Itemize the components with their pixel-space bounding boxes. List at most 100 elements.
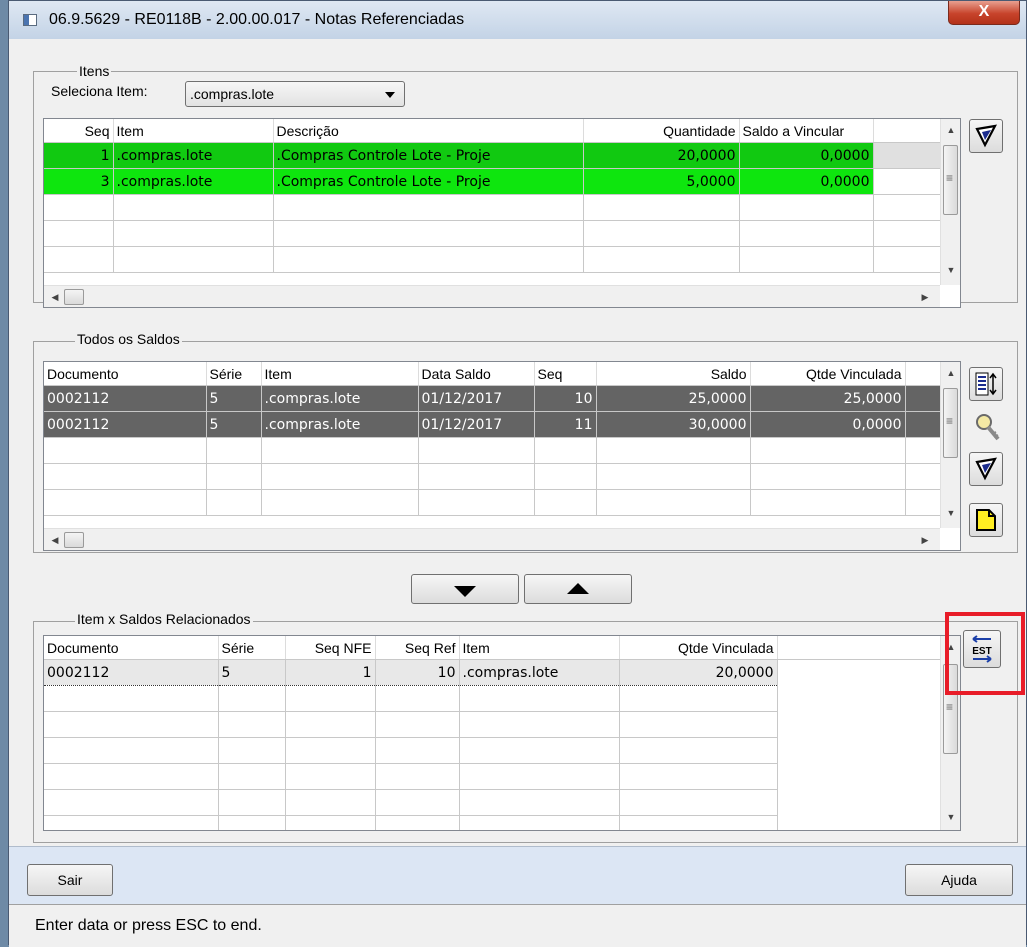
table-row[interactable]: 1 .compras.lote .Compras Controle Lote -… xyxy=(44,142,943,169)
seleciona-item-dropdown[interactable]: .compras.lote xyxy=(185,81,405,107)
col-header-documento[interactable]: Documento xyxy=(44,636,219,660)
cell-saldo[interactable]: 0,0000 xyxy=(739,168,874,195)
footer-bar: Sair Ajuda xyxy=(9,846,1026,905)
col-header-qtde-vinculada[interactable]: Qtde Vinculada xyxy=(619,636,778,660)
saldos-grid[interactable]: Documento Série Item Data Saldo Seq Sald… xyxy=(43,361,961,551)
cell-seq-ref[interactable]: 10 xyxy=(375,659,460,686)
saldos-hscrollbar[interactable]: ◀ ▶ xyxy=(44,528,940,550)
cell-serie[interactable]: 5 xyxy=(206,385,262,412)
saldos-vscrollbar[interactable]: ▲ ▼ xyxy=(940,362,960,528)
col-header-seq-ref[interactable]: Seq Ref xyxy=(375,636,460,660)
seleciona-item-label: Seleciona Item: xyxy=(51,83,148,99)
cell-descricao[interactable]: .Compras Controle Lote - Proje xyxy=(273,168,584,195)
cell-data-saldo[interactable]: 01/12/2017 xyxy=(418,411,535,438)
cell-item[interactable]: .compras.lote xyxy=(113,142,274,169)
col-header-blank xyxy=(777,636,940,660)
col-header-seq[interactable]: Seq xyxy=(44,119,114,143)
scroll-up-arrow-icon[interactable]: ▲ xyxy=(941,121,960,139)
itens-vscrollbar[interactable]: ▲ ▼ xyxy=(940,119,960,285)
cell-qtde-vinculada[interactable]: 25,0000 xyxy=(750,385,906,412)
cell-saldo[interactable]: 25,0000 xyxy=(596,385,751,412)
scroll-down-arrow-icon[interactable]: ▼ xyxy=(941,808,960,826)
col-header-serie[interactable]: Série xyxy=(218,636,286,660)
cell-seq-nfe[interactable]: 1 xyxy=(285,659,376,686)
col-header-item[interactable]: Item xyxy=(261,362,419,386)
relacionados-grid[interactable]: Documento Série Seq NFE Seq Ref Item Qtd… xyxy=(43,635,961,831)
cell-qtde-vinculada[interactable]: 0,0000 xyxy=(750,411,906,438)
empty-row xyxy=(44,437,943,464)
col-header-seq-nfe[interactable]: Seq NFE xyxy=(285,636,376,660)
cell-qtde-vinculada[interactable]: 20,0000 xyxy=(619,659,778,686)
cell-item[interactable]: .compras.lote xyxy=(261,385,419,412)
cell-item[interactable]: .compras.lote xyxy=(261,411,419,438)
relacionados-header-row: Documento Série Seq NFE Seq Ref Item Qtd… xyxy=(44,636,940,660)
ajuda-button[interactable]: Ajuda xyxy=(905,864,1013,896)
cell-serie[interactable]: 5 xyxy=(206,411,262,438)
table-row[interactable]: 3 .compras.lote .Compras Controle Lote -… xyxy=(44,168,943,195)
col-header-descricao[interactable]: Descrição xyxy=(273,119,584,143)
scroll-thumb[interactable] xyxy=(943,388,958,458)
arrow-up-icon xyxy=(567,583,589,594)
cell-documento[interactable]: 0002112 xyxy=(44,385,207,412)
scroll-down-arrow-icon[interactable]: ▼ xyxy=(941,504,960,522)
col-header-data-saldo[interactable]: Data Saldo xyxy=(418,362,535,386)
col-header-qtde-vinculada[interactable]: Qtde Vinculada xyxy=(750,362,906,386)
cell-documento[interactable]: 0002112 xyxy=(44,411,207,438)
table-row[interactable]: 0002112 5 .compras.lote 01/12/2017 10 25… xyxy=(44,385,943,412)
col-header-quantidade[interactable]: Quantidade xyxy=(583,119,740,143)
scroll-right-arrow-icon[interactable]: ▶ xyxy=(916,286,934,307)
empty-row xyxy=(44,685,940,712)
col-header-serie[interactable]: Série xyxy=(206,362,262,386)
cell-serie[interactable]: 5 xyxy=(218,659,286,686)
table-row[interactable]: 0002112 5 .compras.lote 01/12/2017 11 30… xyxy=(44,411,943,438)
sort-saldos-button[interactable] xyxy=(969,367,1003,401)
itens-grid[interactable]: Seq Item Descrição Quantidade Saldo a Vi… xyxy=(43,118,961,308)
scroll-left-arrow-icon[interactable]: ◀ xyxy=(46,529,64,550)
move-down-button[interactable] xyxy=(411,574,519,604)
col-header-documento[interactable]: Documento xyxy=(44,362,207,386)
cell-documento[interactable]: 0002112 xyxy=(44,659,219,686)
scroll-left-arrow-icon[interactable]: ◀ xyxy=(46,286,64,307)
hscroll-thumb[interactable] xyxy=(64,532,84,548)
cell-data-saldo[interactable]: 01/12/2017 xyxy=(418,385,535,412)
window-title: 06.9.5629 - RE0118B - 2.00.00.017 - Nota… xyxy=(49,11,465,28)
itens-hscrollbar[interactable]: ◀ ▶ xyxy=(44,285,940,307)
saldos-group-label: Todos os Saldos xyxy=(75,331,182,347)
filter-itens-button[interactable] xyxy=(969,119,1003,153)
magnifier-key-icon xyxy=(976,414,1000,441)
seleciona-item-value: .compras.lote xyxy=(190,86,275,102)
cell-quantidade[interactable]: 20,0000 xyxy=(583,142,740,169)
cell-seq[interactable]: 11 xyxy=(534,411,597,438)
close-button[interactable]: X xyxy=(948,1,1020,25)
scroll-right-arrow-icon[interactable]: ▶ xyxy=(916,529,934,550)
cell-item[interactable]: .compras.lote xyxy=(113,168,274,195)
filter-saldos-button[interactable] xyxy=(969,452,1003,486)
table-row[interactable]: 0002112 5 1 10 .compras.lote 20,0000 xyxy=(44,659,940,686)
hscroll-thumb[interactable] xyxy=(64,289,84,305)
scroll-up-arrow-icon[interactable]: ▲ xyxy=(941,364,960,382)
col-header-saldo-a-vincular[interactable]: Saldo a Vincular xyxy=(739,119,874,143)
cell-seq[interactable]: 3 xyxy=(44,168,114,195)
cell-descricao[interactable]: .Compras Controle Lote - Proje xyxy=(273,142,584,169)
move-up-button[interactable] xyxy=(524,574,632,604)
cell-blank xyxy=(905,411,943,438)
cell-saldo[interactable]: 0,0000 xyxy=(739,142,874,169)
new-note-button[interactable] xyxy=(969,503,1003,537)
sair-button[interactable]: Sair xyxy=(27,864,113,896)
scroll-thumb[interactable] xyxy=(943,145,958,215)
col-header-item[interactable]: Item xyxy=(113,119,274,143)
empty-row xyxy=(44,711,940,738)
cell-seq[interactable]: 1 xyxy=(44,142,114,169)
funnel-icon xyxy=(975,457,998,481)
cell-item[interactable]: .compras.lote xyxy=(459,659,620,686)
title-bar[interactable]: 06.9.5629 - RE0118B - 2.00.00.017 - Nota… xyxy=(9,1,1026,39)
cell-seq[interactable]: 10 xyxy=(534,385,597,412)
col-header-item[interactable]: Item xyxy=(459,636,620,660)
cell-quantidade[interactable]: 5,0000 xyxy=(583,168,740,195)
col-header-saldo[interactable]: Saldo xyxy=(596,362,751,386)
empty-row xyxy=(44,763,940,790)
search-saldos-button[interactable] xyxy=(969,409,1003,443)
cell-saldo[interactable]: 30,0000 xyxy=(596,411,751,438)
col-header-seq[interactable]: Seq xyxy=(534,362,597,386)
scroll-down-arrow-icon[interactable]: ▼ xyxy=(941,261,960,279)
